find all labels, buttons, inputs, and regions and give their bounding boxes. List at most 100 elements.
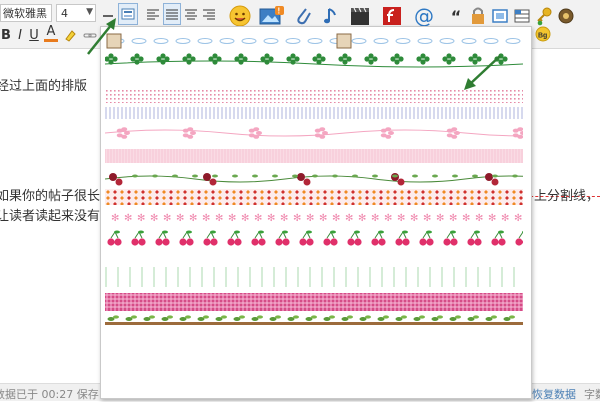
- svg-text:✻: ✻: [293, 213, 301, 224]
- divider-blank-1-pattern: [105, 73, 523, 85]
- svg-text:✻: ✻: [410, 213, 418, 224]
- background-icon: Bg: [535, 26, 551, 42]
- divider-lilac-stripes-pattern: [105, 107, 523, 119]
- divider-red-diamonds[interactable]: [105, 189, 523, 205]
- divider-cherries[interactable]: [105, 227, 523, 249]
- svg-text:✻: ✻: [462, 213, 470, 224]
- music-icon: [324, 8, 336, 24]
- align-justify-button[interactable]: [163, 3, 181, 25]
- divider-pink-snowflakes-pattern: ✻ ✻ ✻ ✻ ✻ ✻ ✻ ✻ ✻ ✻ ✻ ✻ ✻ ✻ ✻ ✻ ✻ ✻ ✻ ✻ ✻ ✻ ✻ ✻ ✻ ✻ ✻ ✻ ✻ ✻ ✻ ✻: [111, 213, 522, 224]
- font-size-value: 4: [61, 6, 68, 20]
- background-button[interactable]: Bg: [534, 25, 552, 43]
- underline-button[interactable]: U: [28, 24, 40, 46]
- highlight-button[interactable]: [62, 24, 78, 46]
- svg-text:✻: ✻: [319, 213, 327, 224]
- divider-magenta-plaid[interactable]: [105, 291, 523, 313]
- italic-button[interactable]: I: [14, 24, 26, 46]
- svg-text:✻: ✻: [241, 213, 249, 224]
- svg-text:✻: ✻: [215, 213, 223, 224]
- font-color-button[interactable]: A: [44, 24, 58, 42]
- image2-icon: [492, 9, 508, 23]
- divider-picker-button[interactable]: [118, 3, 138, 25]
- bold-button[interactable]: B: [0, 24, 12, 46]
- svg-text:Bg: Bg: [538, 33, 547, 40]
- quote-icon: “: [450, 6, 462, 26]
- divider-green-clover[interactable]: [105, 51, 523, 71]
- svg-text:✻: ✻: [111, 213, 119, 224]
- editor-text-line-3: 让读者读起来没有: [0, 209, 101, 224]
- svg-text:✻: ✻: [501, 213, 509, 224]
- svg-text:✻: ✻: [397, 213, 405, 224]
- svg-text:✻: ✻: [345, 213, 353, 224]
- lock-icon: [472, 7, 484, 24]
- attachment-icon: [297, 8, 311, 25]
- divider-rose-vine[interactable]: [105, 171, 523, 187]
- align-center-button[interactable]: [182, 3, 200, 25]
- table-icon: [514, 9, 530, 23]
- align-left-icon: [147, 9, 159, 20]
- align-center-icon: [185, 9, 197, 20]
- font-family-value: 微软雅黑: [3, 7, 47, 20]
- divider-green-clover-pattern: [105, 53, 523, 68]
- divider-pink-flowers-pattern: [105, 127, 523, 139]
- svg-text:✻: ✻: [475, 213, 483, 224]
- flash-icon: [383, 7, 401, 25]
- svg-text:✻: ✻: [124, 213, 132, 224]
- svg-text:✻: ✻: [176, 213, 184, 224]
- editor-text-line-2-right: 上分割线，: [534, 189, 600, 204]
- divider-blank-2[interactable]: [105, 251, 523, 263]
- divider-pink-dots[interactable]: [105, 87, 523, 103]
- svg-text:✻: ✻: [371, 213, 379, 224]
- svg-text:✻: ✻: [423, 213, 431, 224]
- divider-pink-flowers[interactable]: [105, 123, 523, 143]
- align-justify-icon: [166, 9, 178, 20]
- font-size-select[interactable]: 4 ▼: [56, 4, 96, 22]
- svg-text:✻: ✻: [254, 213, 262, 224]
- svg-text:✻: ✻: [280, 213, 288, 224]
- divider-cat-fish[interactable]: [105, 33, 523, 49]
- svg-text:✻: ✻: [306, 213, 314, 224]
- image-icon: !: [259, 6, 284, 25]
- mention-icon: @: [414, 4, 434, 28]
- divider-blank-2-pattern: [105, 251, 523, 263]
- clock-icon: [558, 8, 574, 24]
- horizontal-rule-icon: [103, 15, 113, 17]
- divider-blank-1[interactable]: [105, 73, 523, 85]
- bold-label: B: [1, 27, 11, 43]
- underline-label: U: [29, 27, 39, 43]
- align-right-icon: [203, 9, 215, 20]
- svg-text:✻: ✻: [267, 213, 275, 224]
- align-right-button[interactable]: [200, 3, 218, 25]
- divider-pink-band[interactable]: [105, 145, 523, 167]
- divider-pale-stripes[interactable]: [105, 265, 523, 289]
- svg-text:✻: ✻: [332, 213, 340, 224]
- svg-text:✻: ✻: [514, 213, 522, 224]
- divider-pink-snowflakes[interactable]: ✻ ✻ ✻ ✻ ✻ ✻ ✻ ✻ ✻ ✻ ✻ ✻ ✻ ✻ ✻ ✻ ✻ ✻ ✻ ✻ ✻ ✻ ✻ ✻ ✻ ✻ ✻ ✻ ✻ ✻ ✻ ✻: [105, 209, 523, 225]
- svg-text:✻: ✻: [228, 213, 236, 224]
- svg-text:✻: ✻: [137, 213, 145, 224]
- svg-text:✻: ✻: [384, 213, 392, 224]
- divider-cherries-pattern: [107, 230, 523, 246]
- editor-text-line-1: 经过上面的排版: [0, 79, 88, 94]
- divider-pink-dots-pattern: [106, 90, 523, 103]
- align-left-button[interactable]: [144, 3, 162, 25]
- svg-text:✻: ✻: [163, 213, 171, 224]
- divider-pink-band-pattern: [105, 149, 523, 163]
- divider-pale-stripes-pattern: [105, 267, 515, 287]
- horizontal-rule-button[interactable]: [98, 3, 118, 25]
- font-color-label: A: [46, 24, 56, 39]
- divider-cat-fish-pattern: [106, 33, 521, 49]
- svg-text:✻: ✻: [358, 213, 366, 224]
- svg-text:✻: ✻: [202, 213, 210, 224]
- divider-rose-vine-pattern: [105, 173, 523, 186]
- clock-button[interactable]: [556, 3, 576, 29]
- divider-brown-branch-pattern: [105, 315, 523, 325]
- chevron-down-icon: ▼: [86, 7, 93, 17]
- divider-brown-branch[interactable]: [105, 315, 523, 329]
- key-icon: [537, 7, 552, 26]
- font-family-select[interactable]: 微软雅黑: [0, 4, 52, 22]
- divider-lilac-stripes[interactable]: [105, 105, 523, 121]
- divider-picker-icon: [121, 8, 135, 20]
- link-button[interactable]: [82, 24, 98, 46]
- divider-red-diamonds-pattern: [105, 189, 523, 205]
